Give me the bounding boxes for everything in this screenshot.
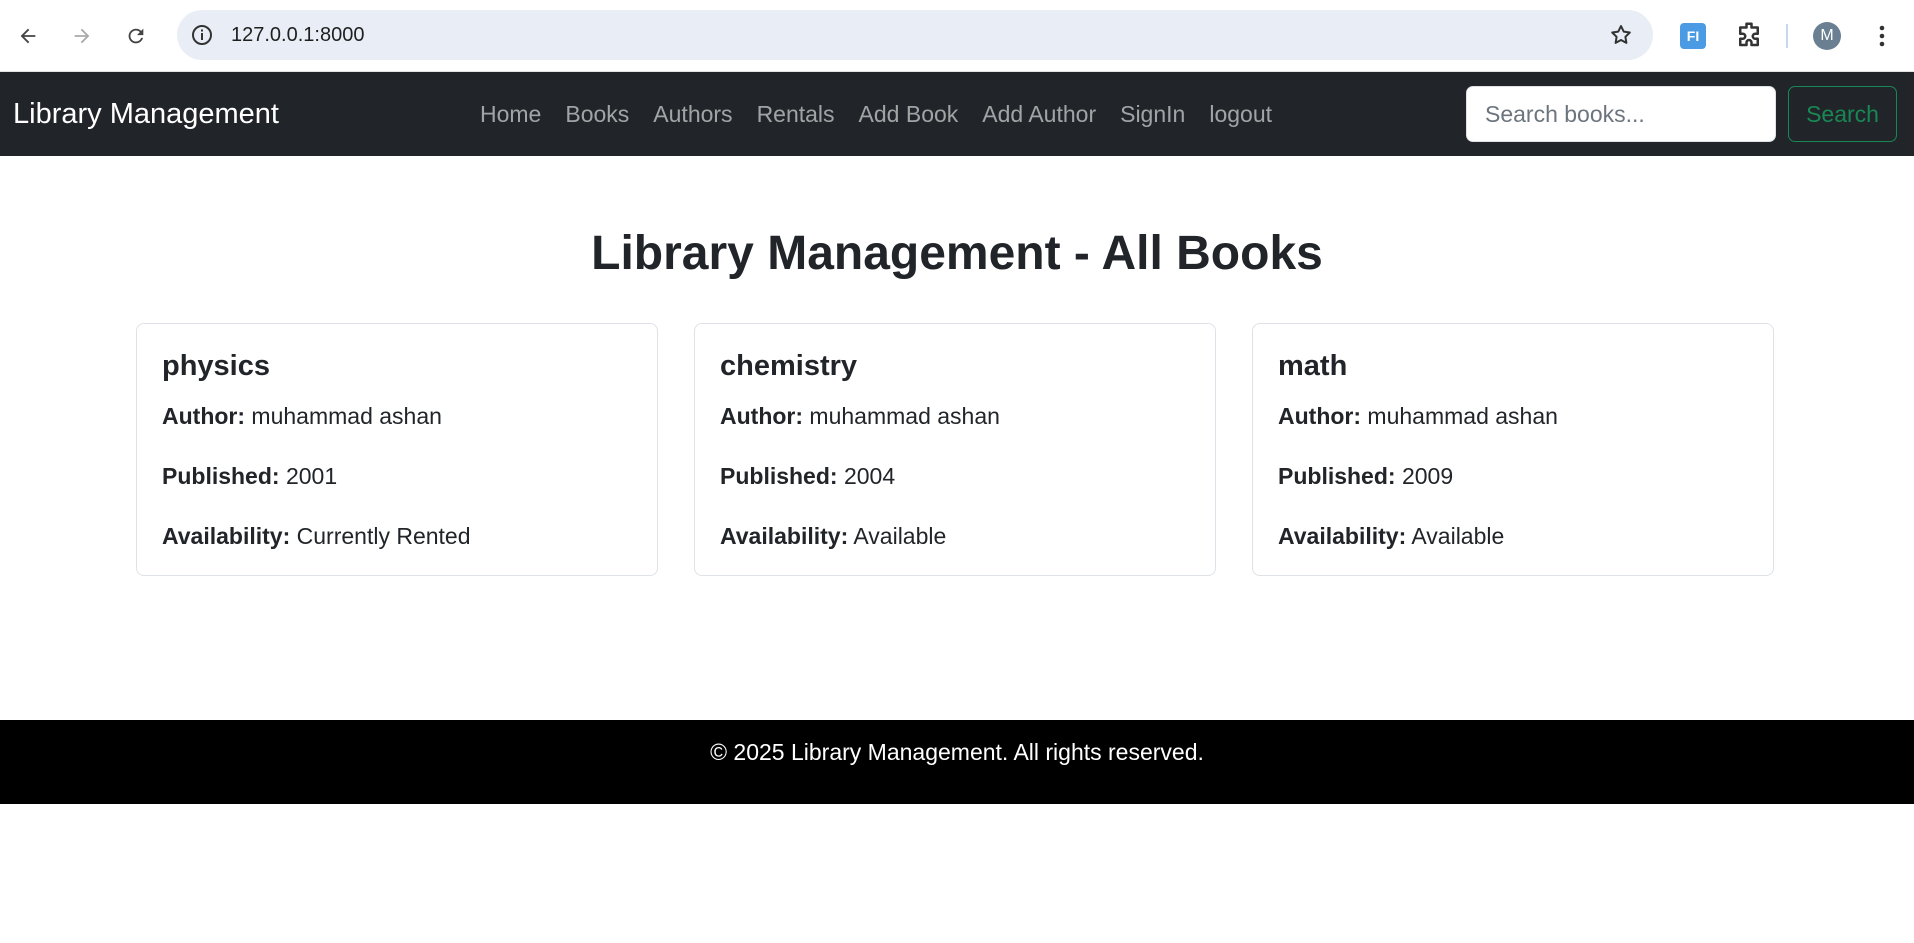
search-input[interactable] (1466, 86, 1776, 142)
info-icon[interactable] (190, 23, 214, 47)
profile-avatar[interactable]: M (1813, 22, 1841, 50)
browser-toolbar: 127.0.0.1:8000 FI M (0, 0, 1914, 72)
navbar-brand[interactable]: Library Management (13, 72, 279, 156)
puzzle-icon[interactable] (1734, 20, 1764, 50)
forward-arrow-icon[interactable] (66, 20, 98, 52)
book-card: chemistry Author: muhammad ashan Publish… (694, 323, 1216, 576)
nav-link-rentals[interactable]: Rentals (745, 101, 847, 128)
nav-link-home[interactable]: Home (468, 101, 553, 128)
published-label: Published: (1278, 463, 1396, 489)
book-published: Published: 2004 (720, 463, 895, 490)
nav-link-signin[interactable]: SignIn (1108, 101, 1197, 128)
book-availability: Availability: Currently Rented (162, 523, 471, 550)
book-title: physics (162, 350, 270, 382)
published-label: Published: (720, 463, 838, 489)
address-bar[interactable]: 127.0.0.1:8000 (177, 10, 1653, 60)
book-card: math Author: muhammad ashan Published: 2… (1252, 323, 1774, 576)
book-published: Published: 2001 (162, 463, 337, 490)
published-value: 2001 (285, 463, 338, 489)
page-title: Library Management - All Books (591, 227, 1323, 280)
author-value: muhammad ashan (809, 403, 1000, 429)
book-published: Published: 2009 (1278, 463, 1453, 490)
toolbar-divider (1786, 24, 1788, 48)
back-arrow-icon[interactable] (12, 20, 44, 52)
availability-label: Availability: (162, 523, 291, 549)
book-availability: Availability: Available (1278, 523, 1504, 550)
published-value: 2004 (843, 463, 896, 489)
author-value: muhammad ashan (1367, 403, 1558, 429)
published-value: 2009 (1401, 463, 1454, 489)
nav-link-authors[interactable]: Authors (641, 101, 744, 128)
url-text: 127.0.0.1:8000 (231, 24, 365, 46)
author-label: Author: (162, 403, 246, 429)
nav-link-add-author[interactable]: Add Author (970, 101, 1108, 128)
author-value: muhammad ashan (251, 403, 442, 429)
availability-label: Availability: (1278, 523, 1407, 549)
book-card: physics Author: muhammad ashan Published… (136, 323, 658, 576)
availability-value: Currently Rented (296, 523, 471, 549)
nav-link-logout[interactable]: logout (1197, 101, 1284, 128)
book-title: chemistry (720, 350, 858, 382)
nav-link-books[interactable]: Books (553, 101, 641, 128)
star-icon[interactable] (1609, 23, 1633, 47)
reload-icon[interactable] (120, 20, 152, 52)
page-footer: © 2025 Library Management. All rights re… (0, 720, 1914, 804)
kebab-menu-icon[interactable] (1868, 20, 1896, 52)
search-button[interactable]: Search (1788, 86, 1897, 142)
author-label: Author: (720, 403, 804, 429)
footer-copyright: © 2025 Library Management. All rights re… (710, 739, 1204, 765)
book-title: math (1278, 350, 1348, 382)
book-author: Author: muhammad ashan (720, 403, 1000, 430)
author-label: Author: (1278, 403, 1362, 429)
book-author: Author: muhammad ashan (162, 403, 442, 430)
availability-value: Available (1411, 523, 1505, 549)
availability-value: Available (853, 523, 947, 549)
nav-link-add-book[interactable]: Add Book (847, 101, 971, 128)
availability-label: Availability: (720, 523, 849, 549)
book-availability: Availability: Available (720, 523, 946, 550)
book-author: Author: muhammad ashan (1278, 403, 1558, 430)
extension-icon[interactable]: FI (1680, 23, 1706, 49)
published-label: Published: (162, 463, 280, 489)
nav-links: Home Books Authors Rentals Add Book Add … (468, 72, 1284, 156)
